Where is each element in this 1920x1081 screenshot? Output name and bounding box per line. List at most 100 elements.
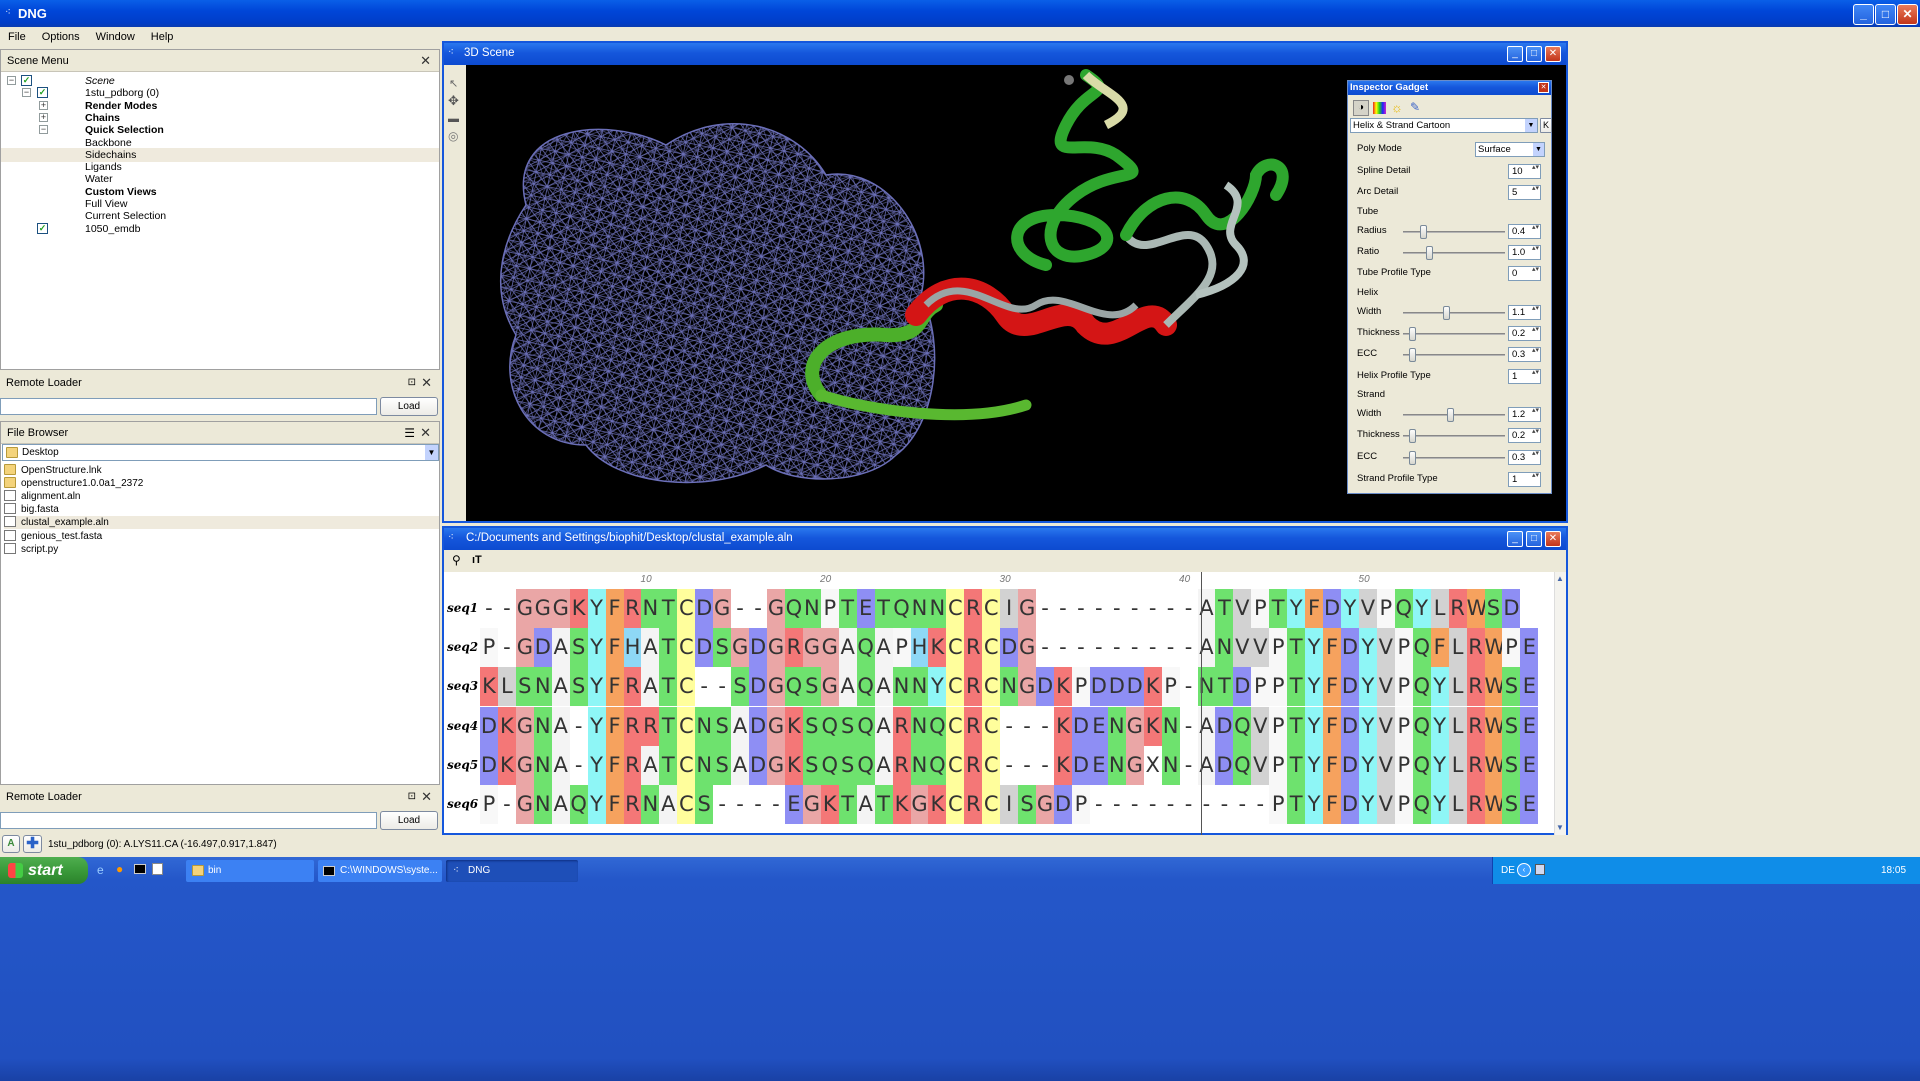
minimize-button[interactable]: _ [1507, 46, 1523, 62]
tray-network-icon[interactable] [1535, 864, 1545, 875]
render-mode-icon[interactable]: ◑ [1353, 100, 1369, 116]
file-item[interactable]: clustal_example.aln [4, 516, 439, 530]
spin-box[interactable]: 0.3 [1508, 450, 1541, 465]
close-icon[interactable]: ✕ [420, 422, 431, 444]
spin-box[interactable]: 1.0 [1508, 245, 1541, 260]
slider-thumb[interactable] [1447, 408, 1454, 422]
render-mode-select[interactable]: Helix & Strand Cartoon ▼ [1350, 118, 1538, 133]
slider-thumb[interactable] [1426, 246, 1433, 260]
slider[interactable] [1403, 408, 1505, 422]
measure-tool-icon[interactable]: ▬ [448, 113, 459, 125]
load-button[interactable]: Load [380, 397, 438, 416]
spin-box[interactable]: 10 [1508, 164, 1541, 179]
spin-box[interactable]: 0.2 [1508, 326, 1541, 341]
main-title-bar[interactable]: ⁖ DNG _ □ ✕ [0, 0, 1920, 27]
spin-box[interactable]: 0.3 [1508, 347, 1541, 362]
spin-box[interactable]: 1.1 [1508, 305, 1541, 320]
slider[interactable] [1403, 327, 1505, 341]
close-icon[interactable]: ✕ [421, 786, 432, 808]
menu-window[interactable]: Window [88, 27, 143, 47]
chevron-down-icon[interactable]: ▼ [425, 445, 438, 460]
menu-options[interactable]: Options [34, 27, 88, 47]
menu-file[interactable]: File [0, 27, 34, 47]
rotate-tool-icon[interactable]: ◎ [448, 129, 458, 143]
close-button[interactable]: ✕ [1897, 4, 1918, 25]
checkbox[interactable]: ✓ [37, 222, 48, 234]
close-button[interactable]: ✕ [1545, 46, 1561, 62]
menu-help[interactable]: Help [143, 27, 182, 47]
color-icon[interactable] [1373, 102, 1386, 114]
alignment-view[interactable]: 10 20 30 40 50 seq1- - G G G K Y F R N T C D G - - G Q N P T E T Q N… [444, 572, 1554, 835]
language-indicator[interactable]: DE [1501, 865, 1515, 876]
start-button[interactable]: start [0, 857, 88, 884]
spin-box[interactable]: 0.4 [1508, 224, 1541, 239]
move-tool-icon[interactable]: ✥ [448, 93, 459, 109]
scroll-up-icon[interactable]: ▲ [1556, 574, 1564, 583]
file-item[interactable]: openstructure1.0.0a1_2372 [4, 477, 439, 490]
k-button[interactable]: K [1540, 118, 1552, 133]
spin-box[interactable]: 0 [1508, 266, 1541, 281]
vertical-scrollbar[interactable]: ▲ ▼ [1554, 572, 1566, 835]
file-item[interactable]: OpenStructure.lnk [4, 464, 439, 477]
sequence-row[interactable]: KLSNASYFRATC--SDGQSGAQANNYCRCNGDKPDDDKP-… [480, 667, 1539, 707]
slider-thumb[interactable] [1409, 348, 1416, 362]
slider[interactable] [1403, 348, 1505, 362]
load-button[interactable]: Load [380, 811, 438, 830]
close-icon[interactable]: ✕ [420, 50, 431, 72]
slider[interactable] [1403, 451, 1505, 465]
file-item[interactable]: script.py [4, 542, 439, 556]
search-icon[interactable]: ⚲ [452, 553, 461, 567]
python-shell-icon[interactable]: A [2, 835, 20, 853]
scene-3d-title-bar[interactable]: ⁖ 3D Scene _ □ ✕ [444, 43, 1566, 65]
file-item[interactable]: alignment.aln [4, 490, 439, 503]
slider-thumb[interactable] [1443, 306, 1450, 320]
slider-thumb[interactable] [1409, 429, 1416, 443]
close-icon[interactable]: ✕ [1538, 82, 1549, 93]
maximize-button[interactable]: □ [1526, 531, 1542, 547]
remote-loader-input[interactable] [0, 812, 377, 829]
expander-icon[interactable]: − [39, 125, 48, 135]
cmd-icon[interactable] [134, 864, 146, 874]
slider-thumb[interactable] [1409, 327, 1416, 341]
close-icon[interactable]: ✕ [421, 372, 432, 394]
tray-arrow-icon[interactable]: ‹ [1517, 863, 1531, 877]
spin-box[interactable]: 5 [1508, 185, 1541, 200]
slider-thumb[interactable] [1420, 225, 1427, 239]
tool-icon[interactable]: ✎ [1410, 100, 1420, 114]
slider[interactable] [1403, 306, 1505, 320]
select-tool-icon[interactable]: ↖ [449, 77, 458, 90]
spin-box[interactable]: 1 [1508, 369, 1541, 384]
alignment-title-bar[interactable]: ⁖ C:/Documents and Settings/biophit/Desk… [444, 528, 1566, 550]
poly-mode-select[interactable]: Surface ▼ [1475, 142, 1545, 157]
sequence-row[interactable]: DKGNA-YFRATCNSADGKSQSQARNQCRC---KDENGXN-… [480, 745, 1539, 785]
sequence-row[interactable]: P-GDASYFHATCDSGDGRGGAQAPHKCRCDG---------… [480, 628, 1539, 668]
task-bin[interactable]: bin [186, 860, 314, 882]
sequence-row[interactable]: P-GNAQYFRNACS----EGKTATKGKCRCISGDP------… [480, 785, 1539, 824]
file-item[interactable]: big.fasta [4, 503, 439, 516]
tree-item[interactable]: ✓ 1050_emdb [1, 222, 439, 236]
expander-icon[interactable]: − [7, 76, 16, 85]
slider-thumb[interactable] [1409, 451, 1416, 465]
spin-box[interactable]: 1 [1508, 472, 1541, 487]
maximize-button[interactable]: □ [1526, 46, 1542, 62]
firefox-icon[interactable]: ● [116, 862, 123, 876]
spin-box[interactable]: 0.2 [1508, 428, 1541, 443]
task-cmd[interactable]: C:\WINDOWS\syste... [318, 860, 442, 882]
notepad-icon[interactable] [152, 863, 163, 875]
location-select[interactable]: Desktop ▼ [2, 444, 439, 461]
minimize-button[interactable]: _ [1853, 4, 1874, 25]
checkbox[interactable]: ✓ [37, 87, 48, 99]
task-dng[interactable]: ⁖ DNG [446, 860, 578, 882]
add-icon[interactable]: ✚ [23, 835, 42, 853]
inspector-title-bar[interactable]: Inspector Gadget ✕ [1348, 81, 1551, 95]
ie-icon[interactable]: e [97, 863, 104, 877]
dock-icon[interactable]: ⊡ [408, 786, 416, 808]
expander-icon[interactable]: − [22, 88, 31, 98]
expander-icon[interactable]: + [39, 100, 48, 110]
slider[interactable] [1403, 429, 1505, 443]
remote-loader-input[interactable] [0, 398, 377, 415]
minimize-button[interactable]: _ [1507, 531, 1523, 547]
expander-icon[interactable]: + [39, 112, 48, 122]
spin-box[interactable]: 1.2 [1508, 407, 1541, 422]
text-size-icon[interactable]: ıT [472, 554, 482, 566]
